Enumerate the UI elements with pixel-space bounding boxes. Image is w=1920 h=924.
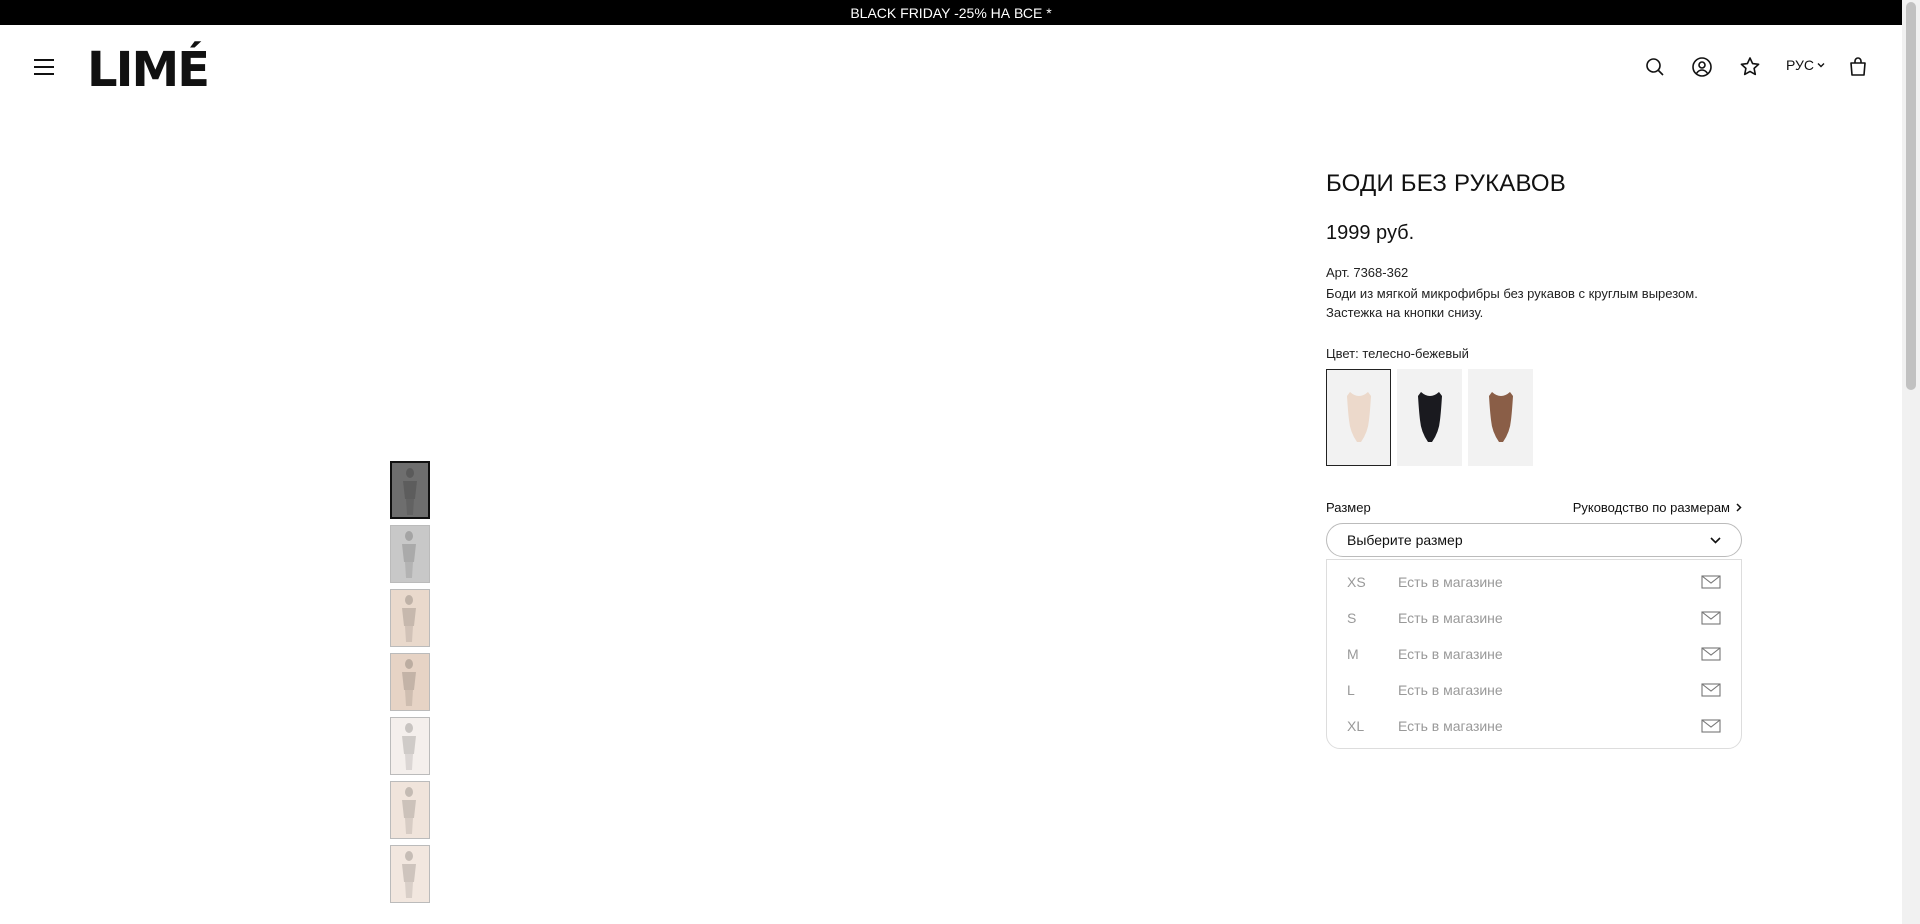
search-icon[interactable] bbox=[1643, 55, 1667, 79]
size-option-label: M bbox=[1347, 646, 1359, 662]
logo[interactable]: LIMÉ bbox=[87, 45, 210, 95]
mail-icon[interactable] bbox=[1701, 719, 1721, 733]
language-selector[interactable]: РУС bbox=[1786, 57, 1825, 73]
size-option[interactable]: XL Есть в магазине bbox=[1327, 708, 1741, 744]
bodysuit-icon bbox=[1346, 391, 1371, 442]
size-option-label: XS bbox=[1347, 574, 1366, 590]
color-label: Цвет: телесно-бежевый bbox=[1326, 346, 1469, 361]
size-dropdown-list: XS Есть в магазине S Есть в магазине M Есть в… bbox=[1326, 559, 1742, 749]
size-select-placeholder: Выберите размер bbox=[1347, 532, 1463, 548]
gallery-thumbnail[interactable] bbox=[390, 589, 430, 647]
product-title: БОДИ БЕЗ РУКАВОВ bbox=[1326, 170, 1566, 197]
product-info: БОДИ БЕЗ РУКАВОВ 1999 руб. Арт. 7368-362… bbox=[1326, 170, 1742, 749]
mail-icon[interactable] bbox=[1701, 647, 1721, 661]
product-photo-icon bbox=[402, 531, 416, 578]
gallery-thumbnails bbox=[390, 461, 430, 909]
chevron-down-icon bbox=[1710, 536, 1721, 544]
product-description: Боди из мягкой микрофибры без рукавов с … bbox=[1326, 286, 1698, 320]
size-availability: Есть в магазине bbox=[1398, 646, 1503, 662]
promo-text: BLACK FRIDAY -25% НА ВСЕ * bbox=[850, 4, 1052, 21]
menu-icon[interactable] bbox=[34, 59, 54, 75]
bodysuit-icon bbox=[1417, 391, 1442, 442]
size-option[interactable]: XS Есть в магазине bbox=[1327, 564, 1741, 600]
mail-icon[interactable] bbox=[1701, 683, 1721, 697]
product-photo-icon bbox=[403, 468, 417, 515]
color-swatch[interactable] bbox=[1468, 369, 1533, 466]
bodysuit-icon bbox=[1488, 391, 1513, 442]
size-option[interactable]: S Есть в магазине bbox=[1327, 600, 1741, 636]
color-swatch[interactable] bbox=[1326, 369, 1391, 466]
gallery-thumbnail[interactable] bbox=[390, 845, 430, 903]
color-swatches bbox=[1326, 369, 1742, 466]
size-option[interactable]: M Есть в магазине bbox=[1327, 636, 1741, 672]
product-photo-icon bbox=[402, 851, 416, 898]
size-guide-link[interactable]: Руководство по размерам bbox=[1573, 500, 1742, 515]
size-availability: Есть в магазине bbox=[1398, 718, 1503, 734]
gallery-thumbnail[interactable] bbox=[390, 717, 430, 775]
size-option-label: S bbox=[1347, 610, 1357, 626]
size-label: Размер bbox=[1326, 500, 1371, 515]
product-photo-icon bbox=[402, 787, 416, 834]
size-option-label: XL bbox=[1347, 718, 1365, 734]
chevron-down-icon bbox=[1817, 63, 1825, 68]
product-photo-icon bbox=[402, 723, 416, 770]
size-availability: Есть в магазине bbox=[1398, 574, 1503, 590]
gallery-thumbnail[interactable] bbox=[390, 461, 430, 519]
favorites-icon[interactable] bbox=[1738, 55, 1762, 79]
gallery-thumbnail[interactable] bbox=[390, 653, 430, 711]
product-photo-icon bbox=[402, 595, 416, 642]
color-swatch[interactable] bbox=[1397, 369, 1462, 466]
size-availability: Есть в магазине bbox=[1398, 682, 1503, 698]
account-icon[interactable] bbox=[1690, 55, 1714, 79]
site-header: LIMÉ РУС bbox=[0, 25, 1902, 110]
product-price: 1999 руб. bbox=[1326, 222, 1415, 244]
size-header: Размер Руководство по размерам bbox=[1326, 500, 1742, 515]
cart-icon[interactable] bbox=[1846, 55, 1870, 79]
promo-banner[interactable]: BLACK FRIDAY -25% НА ВСЕ * bbox=[0, 0, 1902, 25]
gallery-thumbnail[interactable] bbox=[390, 781, 430, 839]
product-photo-icon bbox=[402, 659, 416, 706]
gallery-thumbnail[interactable] bbox=[390, 525, 430, 583]
size-availability: Есть в магазине bbox=[1398, 610, 1503, 626]
size-option-label: L bbox=[1347, 682, 1355, 698]
page-scrollbar[interactable] bbox=[1902, 0, 1920, 924]
chevron-right-icon bbox=[1736, 503, 1742, 512]
mail-icon[interactable] bbox=[1701, 575, 1721, 589]
product-article: Арт. 7368-362 bbox=[1326, 265, 1409, 280]
size-option[interactable]: L Есть в магазине bbox=[1327, 672, 1741, 708]
size-select[interactable]: Выберите размер bbox=[1326, 523, 1742, 557]
size-guide-label: Руководство по размерам bbox=[1572, 500, 1730, 515]
mail-icon[interactable] bbox=[1701, 611, 1721, 625]
language-label: РУС bbox=[1786, 57, 1815, 73]
